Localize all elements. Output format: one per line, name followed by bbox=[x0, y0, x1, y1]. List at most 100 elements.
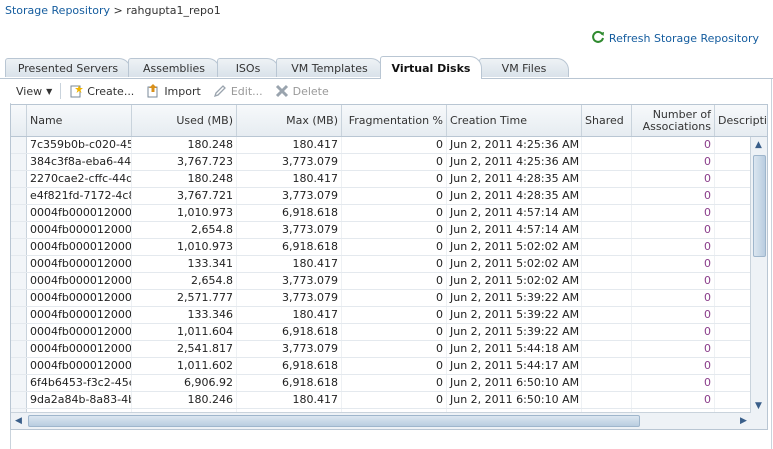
cell-max: 3,773.079 bbox=[237, 154, 342, 170]
row-header[interactable] bbox=[11, 358, 27, 374]
row-header[interactable] bbox=[11, 307, 27, 323]
column-header-label: Number of bbox=[652, 107, 711, 121]
table-row[interactable]: 2270cae2-cffc-44d4-180.248180.4170Jun 2,… bbox=[11, 171, 751, 188]
tab-vm-files[interactable]: VM Files bbox=[479, 58, 569, 77]
cell-name: 0004fb000012000008 bbox=[27, 205, 132, 221]
create-label: Create... bbox=[87, 84, 135, 98]
row-header[interactable] bbox=[11, 171, 27, 187]
row-header[interactable] bbox=[11, 290, 27, 306]
cell-desc bbox=[715, 375, 751, 391]
scroll-left-icon[interactable]: ◀ bbox=[11, 413, 26, 428]
tab-vm-templates[interactable]: VM Templates bbox=[276, 58, 383, 77]
table-row[interactable]: e4f821fd-7172-4c8f- 3,767.721 3,773.079 0 Ju… bbox=[11, 188, 751, 205]
view-label: View bbox=[16, 84, 43, 98]
row-header[interactable] bbox=[11, 137, 27, 153]
column-header-name[interactable]: Name bbox=[27, 105, 132, 136]
edit-button[interactable]: Edit... bbox=[207, 81, 269, 101]
cell-assoc: 0 bbox=[632, 290, 715, 306]
row-header[interactable] bbox=[11, 256, 27, 272]
cell-frag: 0 bbox=[342, 205, 447, 221]
table-row[interactable]: 0004fb0000120000df2,541.8173,773.0790Jun… bbox=[11, 341, 751, 358]
cell-created: Jun 2, 2011 4:57:14 AM GMT bbox=[447, 205, 582, 221]
column-header-description[interactable]: Description bbox=[715, 105, 767, 136]
tab-isos[interactable]: ISOs bbox=[217, 58, 279, 77]
table-row[interactable]: 0004fb0000120000862,571.7773,773.0790Jun… bbox=[11, 290, 751, 307]
tab-label: Assemblies bbox=[142, 61, 206, 75]
table-row[interactable]: 0004fb000012000e62,654.83,773.0790Jun 2,… bbox=[11, 273, 751, 290]
virtual-disks-table: Name Used (MB) Max (MB) Fragmentation % … bbox=[10, 104, 768, 430]
tab-virtual-disks[interactable]: Virtual Disks bbox=[380, 56, 482, 79]
breadcrumb-storage-repository-link[interactable]: Storage Repository bbox=[5, 4, 110, 17]
chevron-down-icon: ▼ bbox=[46, 86, 53, 96]
row-header[interactable] bbox=[11, 324, 27, 340]
table-row[interactable]: 384c3f8a-eba6-4409-3,767.7233,773.0790Ju… bbox=[11, 154, 751, 171]
column-header-creation-time[interactable]: Creation Time bbox=[447, 105, 582, 136]
refresh-storage-repository-button[interactable]: Refresh Storage Repository bbox=[591, 30, 759, 47]
cell-max: 6,918.618 bbox=[237, 324, 342, 340]
cell-frag: 0 bbox=[342, 358, 447, 374]
horizontal-scroll-thumb[interactable] bbox=[28, 415, 640, 427]
table-row[interactable]: 7c359b0b-c020-4518180.248180.4170Jun 2, … bbox=[11, 137, 751, 154]
row-header[interactable] bbox=[11, 392, 27, 408]
vertical-scrollbar[interactable]: ▲ ▼ bbox=[750, 137, 767, 413]
column-header-used[interactable]: Used (MB) bbox=[132, 105, 237, 136]
row-header[interactable] bbox=[11, 375, 27, 391]
cell-shared bbox=[582, 290, 632, 306]
row-header[interactable] bbox=[11, 154, 27, 170]
cell-frag: 0 bbox=[342, 290, 447, 306]
scroll-up-icon[interactable]: ▲ bbox=[751, 137, 766, 152]
create-button[interactable]: Create... bbox=[63, 81, 140, 101]
horizontal-scrollbar[interactable]: ◀ ▶ bbox=[11, 412, 751, 429]
row-header[interactable] bbox=[11, 273, 27, 289]
table-row[interactable]: 6f4b6453-f3c2-45e0-6,906.926,918.6180Jun… bbox=[11, 375, 751, 392]
cell-created: Jun 2, 2011 4:28:35 AM GMT bbox=[447, 188, 582, 204]
tab-bar: Presented Servers Assemblies ISOs VM Tem… bbox=[0, 56, 773, 79]
cell-shared bbox=[582, 222, 632, 238]
column-header-max[interactable]: Max (MB) bbox=[237, 105, 342, 136]
vertical-scroll-thumb[interactable] bbox=[753, 155, 766, 257]
cell-assoc: 0 bbox=[632, 154, 715, 170]
tab-assemblies[interactable]: Assemblies bbox=[128, 58, 220, 77]
row-header[interactable] bbox=[11, 239, 27, 255]
table-row[interactable]: 0004fb0000120000f8133.346180.4170Jun 2, … bbox=[11, 307, 751, 324]
row-header[interactable] bbox=[11, 188, 27, 204]
cell-max: 180.417 bbox=[237, 256, 342, 272]
table-row[interactable]: 0004fb0000120000081,010.9736,918.6180Jun… bbox=[11, 205, 751, 222]
cell-shared bbox=[582, 358, 632, 374]
cell-desc bbox=[715, 290, 751, 306]
row-header[interactable] bbox=[11, 341, 27, 357]
cell-name: 0004fb0000120000df bbox=[27, 341, 132, 357]
cell-created: Jun 2, 2011 5:44:17 AM GMT bbox=[447, 358, 582, 374]
column-header-associations[interactable]: Number of Associations bbox=[632, 105, 715, 136]
cell-max: 6,918.618 bbox=[237, 239, 342, 255]
cell-frag: 0 bbox=[342, 256, 447, 272]
cell-used: 2,571.777 bbox=[132, 290, 237, 306]
cell-created: Jun 2, 2011 5:39:22 AM GMT bbox=[447, 290, 582, 306]
column-header-shared[interactable]: Shared bbox=[582, 105, 632, 136]
table-row[interactable]: 0004fb0000120000c81,011.6026,918.6180Jun… bbox=[11, 358, 751, 375]
cell-desc bbox=[715, 171, 751, 187]
import-button[interactable]: Import bbox=[140, 81, 207, 101]
scroll-right-icon[interactable]: ▶ bbox=[736, 413, 751, 428]
row-header[interactable] bbox=[11, 205, 27, 221]
view-menu-button[interactable]: View ▼ bbox=[10, 81, 58, 101]
cell-desc bbox=[715, 324, 751, 340]
tab-presented-servers[interactable]: Presented Servers bbox=[5, 58, 131, 77]
cell-created: Jun 2, 2011 5:39:22 AM GMT bbox=[447, 307, 582, 323]
cell-shared bbox=[582, 205, 632, 221]
row-header[interactable] bbox=[11, 222, 27, 238]
delete-button[interactable]: Delete bbox=[269, 81, 335, 101]
cell-created: Jun 2, 2011 6:50:10 AM GMT bbox=[447, 375, 582, 391]
table-row[interactable]: 0004fb0000120000061,010.9736,918.6180Jun… bbox=[11, 239, 751, 256]
toolbar-divider bbox=[60, 83, 62, 99]
cell-used: 1,011.604 bbox=[132, 324, 237, 340]
scroll-down-icon[interactable]: ▼ bbox=[751, 398, 766, 413]
table-row[interactable]: 0004fb00001200004e1,011.6046,918.6180Jun… bbox=[11, 324, 751, 341]
table-body: 7c359b0b-c020-4518180.248180.4170Jun 2, … bbox=[11, 137, 751, 413]
table-row[interactable]: 0004fb000012000e2133.341180.4170Jun 2, 2… bbox=[11, 256, 751, 273]
table-row[interactable]: 9da2a84b-8a83-4bac180.246180.4170Jun 2, … bbox=[11, 392, 751, 409]
cell-used: 133.346 bbox=[132, 307, 237, 323]
cell-created: Jun 2, 2011 5:02:02 AM GMT bbox=[447, 256, 582, 272]
table-row[interactable]: 0004fb0000120000092,654.83,773.0790Jun 2… bbox=[11, 222, 751, 239]
column-header-fragmentation[interactable]: Fragmentation % bbox=[342, 105, 447, 136]
